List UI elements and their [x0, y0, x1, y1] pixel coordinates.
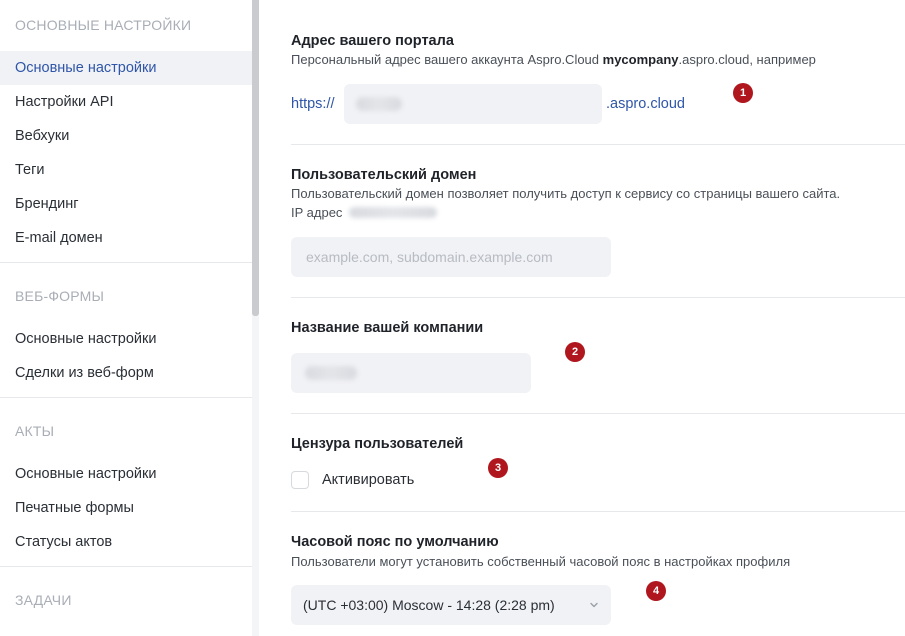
sidebar-divider [0, 262, 252, 263]
sidebar-item-webforms-main[interactable]: Основные настройки [0, 322, 252, 356]
sidebar-section-title-webforms: ВЕБ-ФОРМЫ [15, 288, 105, 304]
section-divider [291, 511, 905, 512]
sidebar-item-tags[interactable]: Теги [0, 153, 252, 187]
sidebar-section-title-main: ОСНОВНЫЕ НАСТРОЙКИ [15, 17, 192, 33]
settings-sidebar: ОСНОВНЫЕ НАСТРОЙКИ Основные настройки На… [0, 0, 252, 636]
censorship-checkbox[interactable] [291, 471, 309, 489]
sidebar-item-acts-statuses[interactable]: Статусы актов [0, 525, 252, 559]
timezone-select[interactable]: (UTC +03:00) Moscow - 14:28 (2:28 pm) [291, 585, 611, 625]
custom-domain-title: Пользовательский домен [291, 167, 477, 183]
portal-domain-suffix: .aspro.cloud [606, 96, 685, 112]
company-name-value-blurred [305, 366, 357, 380]
timezone-title: Часовой пояс по умолчанию [291, 534, 499, 550]
section-divider [291, 144, 905, 145]
portal-subdomain-value-blurred [356, 97, 402, 111]
custom-domain-description: Пользовательский домен позволяет получит… [291, 186, 841, 201]
sidebar-item-acts-main[interactable]: Основные настройки [0, 457, 252, 491]
sidebar-item-webhooks[interactable]: Вебхуки [0, 119, 252, 153]
sidebar-item-branding[interactable]: Брендинг [0, 187, 252, 221]
sidebar-section-title-tasks: ЗАДАЧИ [15, 592, 72, 608]
sidebar-divider [0, 397, 252, 398]
portal-protocol-label: https:// [291, 96, 335, 112]
sidebar-section-title-acts: АКТЫ [15, 423, 55, 439]
timezone-description: Пользователи могут установить собственны… [291, 554, 791, 569]
custom-domain-ip-label: IP адрес [291, 205, 343, 220]
annotation-badge-2: 2 [565, 342, 585, 362]
sidebar-item-acts-print-forms[interactable]: Печатные формы [0, 491, 252, 525]
censorship-checkbox-label[interactable]: Активировать [322, 472, 414, 488]
annotation-badge-4: 4 [646, 581, 666, 601]
settings-main: Адрес вашего портала Персональный адрес … [259, 0, 905, 636]
sidebar-scrollbar-thumb[interactable] [252, 0, 259, 316]
section-divider [291, 413, 905, 414]
sidebar-divider [0, 566, 252, 567]
sidebar-item-webforms-deals[interactable]: Сделки из веб-форм [0, 356, 252, 390]
portal-address-title: Адрес вашего портала [291, 33, 454, 49]
portal-address-description: Персональный адрес вашего аккаунта Aspro… [291, 52, 816, 67]
ip-address-value-blurred [349, 207, 437, 218]
company-name-title: Название вашей компании [291, 320, 484, 336]
chevron-down-icon [590, 602, 598, 608]
section-divider [291, 297, 905, 298]
sidebar-item-api-settings[interactable]: Настройки API [0, 85, 252, 119]
custom-domain-input[interactable] [291, 237, 611, 277]
sidebar-item-main-settings[interactable]: Основные настройки [0, 51, 252, 85]
censorship-title: Цензура пользователей [291, 436, 464, 452]
sidebar-item-email-domain[interactable]: E-mail домен [0, 221, 252, 255]
annotation-badge-1: 1 [733, 83, 753, 103]
annotation-badge-3: 3 [488, 458, 508, 478]
timezone-selected-value: (UTC +03:00) Moscow - 14:28 (2:28 pm) [303, 597, 555, 613]
